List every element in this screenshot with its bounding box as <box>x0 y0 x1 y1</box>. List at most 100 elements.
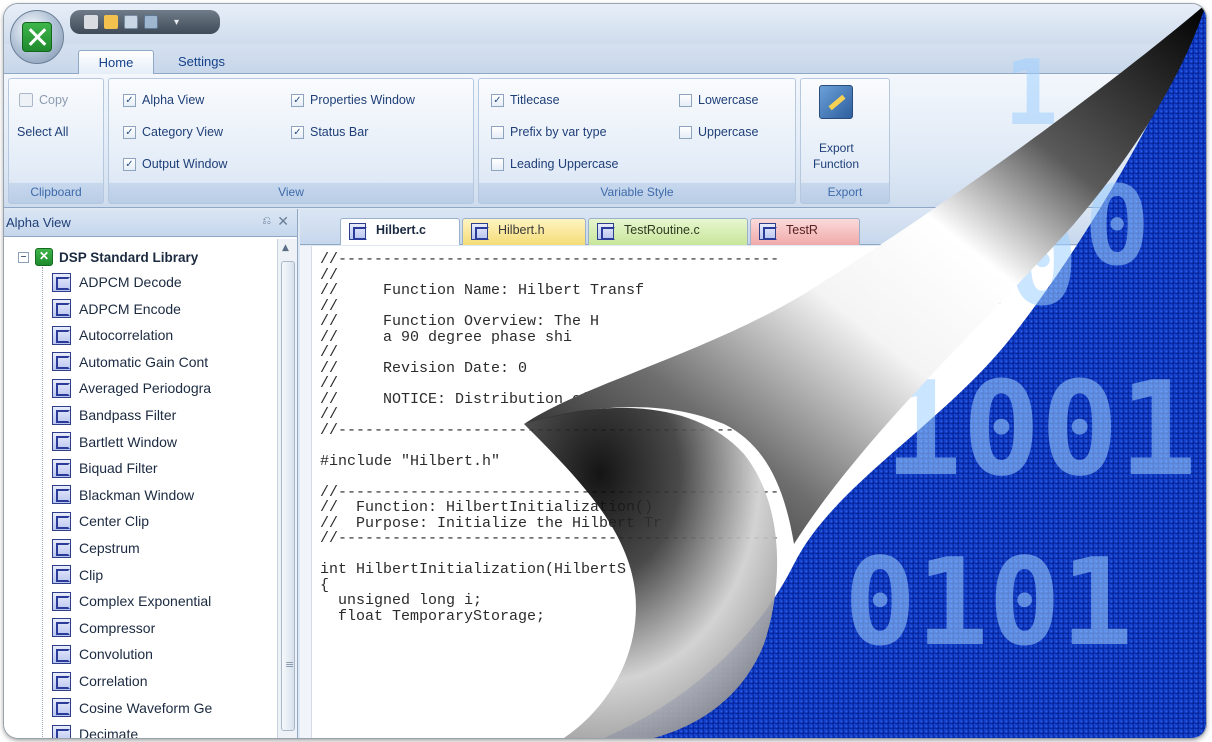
checkbox-checked-icon <box>291 93 304 107</box>
new-file-icon[interactable] <box>84 15 98 29</box>
function-icon <box>52 378 71 398</box>
select-all-button[interactable]: Select All <box>17 125 68 139</box>
tree-item[interactable]: Decimate <box>52 721 276 738</box>
export-function-button[interactable]: Export Function <box>801 79 889 183</box>
code-line: // a 90 degree phase shi <box>320 328 573 346</box>
tree-item-label: Compressor <box>79 619 156 636</box>
source-file-icon <box>759 223 777 240</box>
tree-item[interactable]: Averaged Periodogra <box>52 375 276 401</box>
tab-settings[interactable]: Settings <box>164 50 239 75</box>
tree-item-label: Bandpass Filter <box>79 407 177 423</box>
tree-item-label: ADPCM Encode <box>79 300 181 317</box>
header-file-icon <box>471 223 489 240</box>
alpha-view-pane: Alpha View ⎌ ✕ – DSP Standard Library AD… <box>4 209 298 738</box>
print-icon[interactable] <box>144 15 158 29</box>
titlecase-checkbox[interactable]: Titlecase <box>491 93 560 107</box>
variable-style-group: Titlecase Prefix by var type Leading Upp… <box>478 78 796 204</box>
customize-toolbar-icon[interactable]: ▾ <box>174 17 179 28</box>
code-line: unsigned long i; <box>320 592 483 609</box>
code-line: // Revision Date: 0 <box>320 359 528 377</box>
close-icon[interactable]: ✕ <box>277 213 289 230</box>
doc-tab-label: TestRoutine.c <box>624 223 700 237</box>
tree-item[interactable]: Bandpass Filter <box>52 402 276 428</box>
checkbox-unchecked-icon <box>491 157 504 171</box>
tree-scrollbar[interactable]: ▲ ≡ <box>277 239 297 738</box>
scroll-thumb[interactable]: ≡ <box>281 261 295 731</box>
lowercase-label: Lowercase <box>698 93 759 107</box>
open-folder-icon[interactable] <box>104 15 118 29</box>
code-text[interactable]: //--------------------------------------… <box>320 252 779 624</box>
doc-tab-testroutine-c[interactable]: TestRoutine.c <box>588 218 748 245</box>
editor-margin <box>300 246 312 738</box>
output-window-label: Output Window <box>142 157 228 171</box>
checkbox-unchecked-icon <box>679 93 692 107</box>
status-bar-checkbox[interactable]: Status Bar <box>291 125 368 139</box>
prefix-by-var-type-label: Prefix by var type <box>510 125 607 139</box>
lowercase-checkbox[interactable]: Lowercase <box>679 93 758 107</box>
tree-item[interactable]: Bartlett Window <box>52 429 276 455</box>
function-icon <box>52 511 71 531</box>
tree-item-label: Averaged Periodogra <box>79 380 212 397</box>
properties-window-label: Properties Window <box>310 93 415 107</box>
checkbox-checked-icon <box>291 125 304 139</box>
doc-tab-hilbert-c[interactable]: Hilbert.c <box>340 218 460 245</box>
scroll-up-arrow-icon[interactable]: ▲ <box>282 243 289 253</box>
source-file-icon <box>597 223 615 240</box>
tree-item[interactable]: Clip <box>52 562 276 588</box>
tree-item[interactable]: Automatic Gain Cont <box>52 349 276 375</box>
uppercase-label: Uppercase <box>698 125 759 139</box>
tree-item-label: Complex Exponential <box>79 593 212 610</box>
export-function-icon <box>819 85 853 119</box>
application-menu-button[interactable] <box>10 10 64 64</box>
tree-item[interactable]: Center Clip <box>52 508 276 534</box>
tree-item[interactable]: Cosine Waveform Ge <box>52 695 276 721</box>
function-icon <box>52 325 71 345</box>
tree-item[interactable]: ADPCM Encode <box>52 296 276 322</box>
pane-header: Alpha View ⎌ ✕ <box>4 209 297 237</box>
tree-item-label: ADPCM Decode <box>79 274 182 290</box>
collapse-icon[interactable]: – <box>18 251 29 263</box>
alpha-view-checkbox[interactable]: Alpha View <box>123 93 204 107</box>
uppercase-checkbox[interactable]: Uppercase <box>679 125 758 139</box>
copy-button[interactable]: Copy <box>19 93 68 107</box>
tree-item-label: Blackman Window <box>79 486 195 503</box>
code-line: #include "Hilbert.h" <box>320 452 501 470</box>
tree-item[interactable]: ADPCM Decode <box>52 269 276 295</box>
doc-tab-label: Hilbert.h <box>498 223 545 237</box>
tree-item[interactable]: Convolution <box>52 641 276 667</box>
doc-tab-testr[interactable]: TestR <box>750 218 860 245</box>
code-line: // Function Overview: The H <box>320 313 600 330</box>
doc-tab-hilbert-h[interactable]: Hilbert.h <box>462 218 586 245</box>
category-view-checkbox[interactable]: Category View <box>123 125 223 139</box>
save-icon[interactable] <box>124 15 138 29</box>
tree-item[interactable]: Biquad Filter <box>52 455 276 481</box>
copy-icon <box>19 93 33 107</box>
tab-home[interactable]: Home <box>78 50 154 75</box>
code-editor[interactable]: //--------------------------------------… <box>300 246 1206 738</box>
function-icon <box>52 352 71 372</box>
code-line: //--------------------------------------… <box>320 483 780 501</box>
function-icon <box>52 485 71 505</box>
properties-window-checkbox[interactable]: Properties Window <box>291 93 415 107</box>
tree-item[interactable]: Autocorrelation <box>52 322 276 348</box>
pin-icon[interactable]: ⎌ <box>262 215 271 228</box>
tree-item[interactable]: Correlation <box>52 668 276 694</box>
function-icon <box>52 618 71 638</box>
function-icon <box>52 565 71 585</box>
output-window-checkbox[interactable]: Output Window <box>123 157 227 171</box>
code-line: int HilbertInitialization(HilbertS <box>320 561 627 578</box>
tree-item[interactable]: Blackman Window <box>52 482 276 508</box>
tree-item[interactable]: Cepstrum <box>52 535 276 561</box>
function-icon <box>52 724 71 738</box>
leading-uppercase-checkbox[interactable]: Leading Uppercase <box>491 157 618 171</box>
view-group: Alpha View Category View Output Window P… <box>108 78 474 204</box>
tree-item[interactable]: Complex Exponential <box>52 588 276 614</box>
checkbox-checked-icon <box>123 157 136 171</box>
code-line: // <box>320 406 339 423</box>
export-label-line1: Export <box>819 141 854 155</box>
tree-item[interactable]: Compressor <box>52 615 276 641</box>
tree-root[interactable]: – DSP Standard Library <box>18 245 198 269</box>
prefix-by-var-type-checkbox[interactable]: Prefix by var type <box>491 125 607 139</box>
code-line: { <box>320 576 330 594</box>
copy-label: Copy <box>39 93 69 107</box>
